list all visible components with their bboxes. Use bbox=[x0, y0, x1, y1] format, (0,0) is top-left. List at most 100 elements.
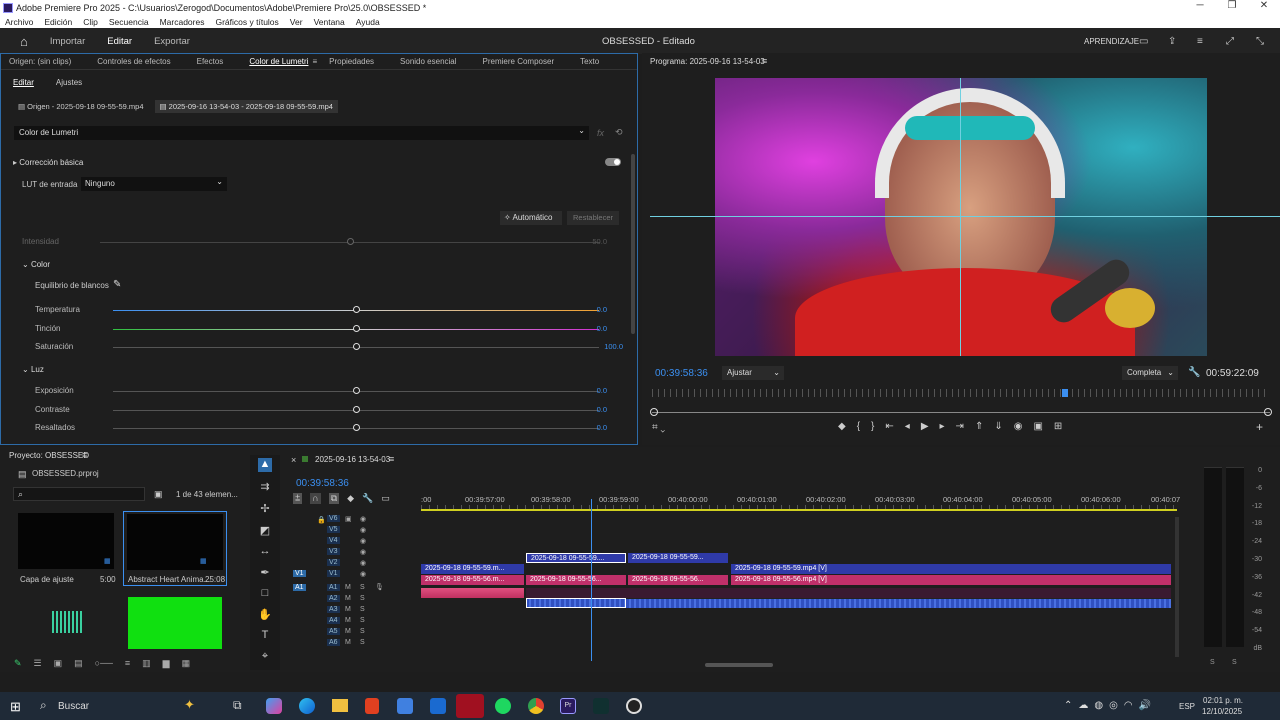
track-a3[interactable]: A3 bbox=[327, 606, 340, 613]
sequence-name[interactable]: 2025-09-16 13-54-03 bbox=[315, 455, 390, 464]
clip-v1a[interactable]: 2025-09-18 09-55-56.m... bbox=[421, 575, 524, 585]
chrome-icon[interactable] bbox=[528, 698, 544, 714]
language-indicator[interactable]: ESP bbox=[1179, 702, 1195, 711]
intensity-slider[interactable]: Intensidad 50.0 bbox=[22, 237, 607, 249]
eye-icon[interactable]: ◉ bbox=[360, 537, 366, 545]
mute-label[interactable]: M bbox=[345, 628, 351, 635]
lut-dropdown[interactable]: Ninguno ⌄ bbox=[81, 177, 227, 191]
playhead-marker[interactable] bbox=[1062, 389, 1068, 397]
tab-controles[interactable]: Controles de efectos bbox=[89, 57, 178, 66]
track-v6[interactable]: V6 bbox=[327, 515, 340, 522]
clip-v1b[interactable]: 2025-09-18 09-55-56... bbox=[526, 575, 626, 585]
solo-label[interactable]: S bbox=[360, 595, 365, 602]
mute-label[interactable]: M bbox=[345, 639, 351, 646]
quality-dropdown[interactable]: Completa ⌄ bbox=[1122, 366, 1178, 380]
lock-icon[interactable]: 🔒 bbox=[317, 516, 326, 524]
extract-icon[interactable]: ⇓ bbox=[994, 421, 1002, 432]
outlook-icon[interactable] bbox=[430, 698, 446, 714]
track-v1[interactable]: V1 bbox=[327, 570, 340, 577]
fx-icon[interactable]: fx bbox=[597, 128, 604, 138]
program-menu-icon[interactable]: ≡ bbox=[762, 56, 767, 66]
tab-sonido[interactable]: Sonido esencial bbox=[392, 57, 464, 66]
subtab-ajustes[interactable]: Ajustes bbox=[56, 78, 82, 87]
scrubber-start[interactable] bbox=[650, 408, 658, 416]
timeline-vscroll[interactable] bbox=[1175, 517, 1179, 657]
close-icon[interactable]: × bbox=[291, 455, 296, 465]
new-item-icon[interactable]: ▦ bbox=[182, 658, 191, 669]
windows-start-icon[interactable]: ⊞ bbox=[10, 699, 21, 715]
mini-ruler[interactable] bbox=[652, 389, 1270, 397]
magnet-icon[interactable]: ∩ bbox=[310, 493, 321, 504]
clip-tab-origin[interactable]: ▤ Origen - 2025-09-18 09-55-59.mp4 bbox=[13, 100, 149, 113]
chevron-down-icon[interactable]: ⌄ bbox=[660, 422, 665, 433]
linked-icon[interactable]: ⧉ bbox=[328, 493, 340, 504]
pen-tool-icon[interactable]: ✒ bbox=[258, 566, 272, 580]
tab-composer[interactable]: Premiere Composer bbox=[475, 57, 563, 66]
compare-icon[interactable]: ▣ bbox=[1033, 421, 1042, 432]
audio-clip-a2-selected[interactable] bbox=[526, 598, 626, 608]
clip-v3a[interactable]: 2025-09-18 09-55-59.... bbox=[526, 553, 626, 563]
project-menu-icon[interactable]: ≡ bbox=[82, 450, 87, 460]
temperature-slider[interactable]: Temperatura 0.0 bbox=[35, 305, 607, 317]
obs-icon[interactable] bbox=[626, 698, 642, 714]
lift-icon[interactable]: ⇑ bbox=[975, 421, 983, 432]
scrubber-end[interactable] bbox=[1264, 408, 1272, 416]
settings-icon[interactable]: ≡ bbox=[1197, 36, 1203, 47]
workspace-exportar[interactable]: Exportar bbox=[154, 36, 190, 47]
automate-icon[interactable]: ▥ bbox=[142, 658, 151, 669]
basic-correction-toggle[interactable] bbox=[605, 158, 621, 166]
clip-v3b[interactable]: 2025-09-18 09-55-59... bbox=[628, 553, 728, 563]
expand-icon[interactable]: ⤡ bbox=[1256, 36, 1264, 47]
snap-icon[interactable]: ⩲ bbox=[293, 493, 303, 504]
taskbar-search[interactable]: Buscar bbox=[58, 701, 89, 712]
eye-icon[interactable]: ◉ bbox=[360, 559, 366, 567]
spotify-icon[interactable] bbox=[495, 698, 511, 714]
saturation-slider[interactable]: Saturación 100.0 bbox=[35, 342, 623, 354]
reset-icon[interactable]: ⟲ bbox=[615, 127, 623, 138]
highlights-knob[interactable] bbox=[353, 424, 360, 431]
solo-right[interactable]: S bbox=[1232, 659, 1237, 666]
exposure-slider[interactable]: Exposición 0.0 bbox=[35, 386, 607, 398]
tab-lumetri[interactable]: Color de Lumetri bbox=[241, 57, 316, 66]
eye-icon[interactable]: ◉ bbox=[360, 515, 366, 523]
audio-clip-a1-rest[interactable] bbox=[526, 588, 1171, 598]
track-v5[interactable]: V5 bbox=[327, 526, 340, 533]
menu-secuencia[interactable]: Secuencia bbox=[109, 17, 149, 27]
track-a5[interactable]: A5 bbox=[327, 628, 340, 635]
play-icon[interactable]: ▶ bbox=[921, 421, 929, 432]
menu-ayuda[interactable]: Ayuda bbox=[356, 17, 380, 27]
tab-propiedades[interactable]: Propiedades bbox=[321, 57, 382, 66]
timeline-playhead[interactable] bbox=[591, 499, 592, 661]
copilot-icon[interactable]: ✦ bbox=[184, 697, 195, 713]
project-item-audio[interactable] bbox=[18, 597, 114, 649]
tint-knob[interactable] bbox=[353, 325, 360, 332]
pencil-icon[interactable]: ✎ bbox=[14, 658, 22, 669]
mute-label[interactable]: M bbox=[345, 584, 351, 591]
new-bin-icon[interactable]: ▣ bbox=[154, 489, 163, 500]
eye-icon[interactable]: ◉ bbox=[360, 548, 366, 556]
tab-efectos[interactable]: Efectos bbox=[189, 57, 232, 66]
intensity-knob[interactable] bbox=[347, 238, 354, 245]
audio-clip-a1[interactable] bbox=[421, 588, 524, 598]
clock-date[interactable]: 12/10/2025 bbox=[1202, 707, 1242, 716]
sequence-menu-icon[interactable]: ≡ bbox=[389, 454, 394, 464]
mic-icon[interactable]: 🎙 bbox=[375, 583, 384, 591]
solo-label[interactable]: S bbox=[360, 628, 365, 635]
timeline-wrench-icon[interactable]: 🔧 bbox=[362, 493, 373, 504]
track-v3[interactable]: V3 bbox=[327, 548, 340, 555]
transform-tool-icon[interactable]: ⌖ bbox=[258, 650, 272, 664]
home-icon[interactable]: ⌂ bbox=[20, 34, 28, 49]
timeline-timecode[interactable]: 00:39:58:36 bbox=[296, 478, 349, 489]
store-icon[interactable] bbox=[397, 698, 413, 714]
maximize-button[interactable]: ❐ bbox=[1216, 0, 1248, 11]
learn-button[interactable]: APRENDIZAJE bbox=[1084, 37, 1139, 46]
mute-label[interactable]: M bbox=[345, 606, 351, 613]
clip-v2b[interactable]: 2025-09-18 09-55-59.mp4 [V] bbox=[731, 564, 1171, 574]
folder-icon[interactable]: ▆ bbox=[163, 658, 170, 669]
auto-button[interactable]: ✧ Automático bbox=[500, 211, 562, 225]
go-to-out-icon[interactable]: ⇥ bbox=[956, 421, 964, 432]
clip-v1d[interactable]: 2025-09-18 09-55-56.mp4 [V] bbox=[731, 575, 1171, 585]
menu-marcadores[interactable]: Marcadores bbox=[160, 17, 205, 27]
tray-app-icon[interactable]: ◍ bbox=[1094, 700, 1103, 711]
volume-icon[interactable]: 🔊 bbox=[1139, 700, 1151, 711]
